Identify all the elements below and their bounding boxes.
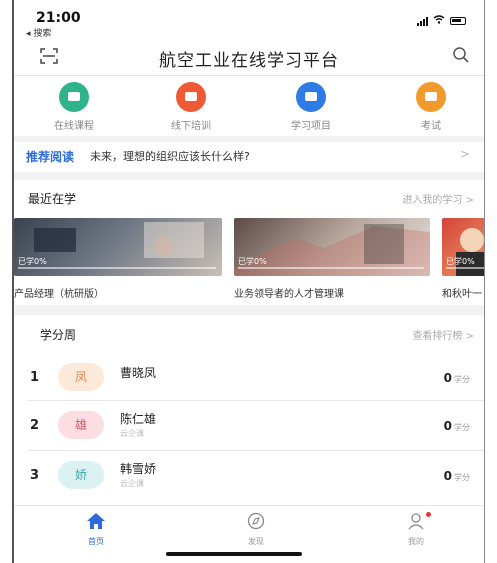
user-name: 陈仁雄 (120, 412, 157, 426)
frame-border-right (484, 0, 485, 563)
course-thumbnail: 已学0% (442, 218, 484, 276)
credit-score: 0 学分 (444, 419, 470, 433)
search-icon[interactable] (452, 46, 470, 69)
course-progress-label: 已学0% (18, 257, 47, 266)
status-time: 21:00 (36, 10, 81, 26)
course-progress-label: 已学0% (238, 257, 267, 266)
quick-entry-label: 学习项目 (291, 121, 331, 132)
user-name: 曹晓凤 (120, 366, 157, 380)
tab-label: 发现 (248, 537, 264, 546)
leaderboard-row[interactable]: 1 凤 曹晓凤 0 学分 (14, 360, 484, 400)
avatar: 凤 (58, 363, 104, 391)
course-progress-label: 已学0% (446, 257, 475, 266)
score-value: 0 (443, 469, 452, 483)
header-divider (14, 75, 484, 76)
tab-discover[interactable]: 发现 (226, 512, 286, 547)
section-gap (14, 305, 484, 315)
credit-score: 0 学分 (444, 469, 470, 483)
row-divider (28, 400, 484, 401)
score-unit: 学分 (454, 473, 470, 482)
leaderboard-header: 学分周 查看排行榜 > (14, 324, 484, 346)
tab-home[interactable]: 首页 (66, 512, 126, 547)
quick-entry-exam[interactable]: 考试 (386, 82, 476, 132)
app-screen: 21:00 ◂ 搜索 航空工业在线学习平台 在线课程 线下培训 学习项目 考试 … (14, 0, 484, 563)
wifi-icon (433, 14, 445, 27)
home-indicator (166, 552, 302, 556)
notification-dot (426, 512, 431, 517)
recommend-tag: 推荐阅读 (26, 150, 75, 164)
app-header: 航空工业在线学习平台 (14, 40, 484, 74)
course-card[interactable]: 已学0% 和秋叶一 (442, 218, 484, 300)
rank-number: 1 (30, 370, 40, 385)
course-title: 业务领导者的人才管理课 (234, 289, 344, 300)
section-title: 学分周 (40, 328, 77, 342)
back-to-search-link[interactable]: ◂ 搜索 (26, 26, 51, 39)
learning-project-icon (296, 82, 326, 112)
quick-entry-label: 考试 (421, 121, 441, 132)
home-icon (66, 512, 126, 534)
section-gap (14, 172, 484, 180)
battery-icon (450, 16, 466, 25)
course-progress-bar (446, 267, 484, 269)
status-bar: 21:00 ◂ 搜索 (14, 0, 484, 40)
score-unit: 学分 (454, 423, 470, 432)
recent-courses: 已学0% 产品经理（杭研版） 已学0% 业务领导者的人才管理课 已学0% 和秋叶… (14, 218, 484, 300)
recommend-text[interactable]: 未来，理想的组织应该长什么样? (90, 148, 250, 164)
offline-training-icon (176, 82, 206, 112)
section-title: 最近在学 (28, 192, 77, 206)
score-unit: 学分 (454, 375, 470, 384)
my-learning-link[interactable]: 进入我的学习 > (402, 191, 474, 206)
tab-mine[interactable]: 我的 (386, 512, 446, 547)
quick-entry-label: 在线课程 (54, 121, 94, 132)
avatar: 娇 (58, 461, 104, 489)
user-department: 云企课 (120, 429, 144, 438)
leaderboard-row[interactable]: 3 娇 韩雪娇 云企课 0 学分 (14, 458, 484, 498)
row-divider (28, 450, 484, 451)
chevron-right-icon: > (459, 147, 470, 161)
course-title: 产品经理（杭研版） (14, 289, 104, 300)
exam-icon (416, 82, 446, 112)
system-indicators (417, 14, 466, 27)
view-ranking-link[interactable]: 查看排行榜 > (412, 327, 474, 342)
course-title: 和秋叶一 (442, 289, 482, 300)
user-department: 云企课 (120, 479, 144, 488)
score-value: 0 (443, 371, 452, 385)
course-progress-bar (18, 267, 216, 269)
cellular-signal-icon (417, 16, 428, 26)
quick-entry-bar: 在线课程 线下培训 学习项目 考试 (14, 82, 484, 132)
course-thumbnail: 已学0% (14, 218, 222, 276)
page-title: 航空工业在线学习平台 (159, 51, 339, 71)
tab-label: 我的 (408, 537, 424, 546)
course-card[interactable]: 已学0% 产品经理（杭研版） (14, 218, 222, 300)
score-value: 0 (443, 419, 452, 433)
credit-score: 0 学分 (444, 371, 470, 385)
quick-entry-offline-training[interactable]: 线下培训 (146, 82, 236, 132)
recent-learning-header: 最近在学 进入我的学习 > (14, 188, 484, 210)
user-icon (386, 512, 446, 534)
user-name: 韩雪娇 (120, 462, 157, 476)
quick-entry-learning-project[interactable]: 学习项目 (266, 82, 356, 132)
course-progress-bar (238, 267, 424, 269)
leaderboard-row[interactable]: 2 雄 陈仁雄 云企课 0 学分 (14, 408, 484, 448)
quick-entry-label: 线下培训 (171, 121, 211, 132)
course-thumbnail: 已学0% (234, 218, 430, 276)
avatar: 雄 (58, 411, 104, 439)
rank-number: 3 (30, 468, 40, 483)
tab-label: 首页 (88, 537, 104, 546)
tabbar-divider (14, 505, 484, 506)
compass-icon (226, 512, 286, 534)
recommended-reading-bar[interactable]: 推荐阅读 未来，理想的组织应该长什么样? > (14, 142, 484, 170)
rank-number: 2 (30, 418, 40, 433)
online-course-icon (59, 82, 89, 112)
quick-entry-online-course[interactable]: 在线课程 (29, 82, 119, 132)
course-card[interactable]: 已学0% 业务领导者的人才管理课 (234, 218, 430, 300)
